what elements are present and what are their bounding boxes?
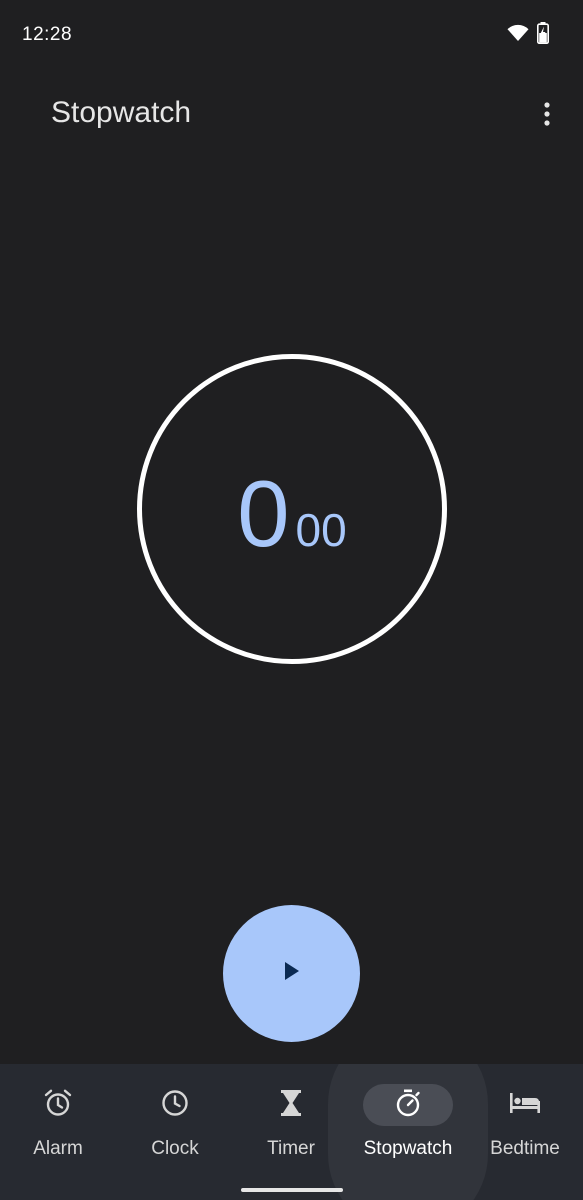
nav-icon-container bbox=[363, 1084, 453, 1126]
bed-icon bbox=[508, 1090, 542, 1121]
nav-item-stopwatch[interactable]: Stopwatch bbox=[350, 1064, 466, 1200]
nav-icon-container bbox=[130, 1084, 220, 1126]
stopwatch-dial: 0 00 bbox=[137, 354, 447, 664]
battery-charging-icon bbox=[537, 22, 549, 44]
bottom-nav: Alarm Clock Timer Stopwatch Bedtime bbox=[0, 1064, 583, 1200]
stopwatch-seconds: 0 bbox=[237, 461, 290, 566]
nav-label: Timer bbox=[267, 1138, 315, 1159]
nav-label: Bedtime bbox=[490, 1138, 560, 1159]
status-time: 12:28 bbox=[22, 24, 73, 45]
home-indicator[interactable] bbox=[241, 1188, 343, 1192]
nav-icon-container bbox=[480, 1084, 570, 1126]
nav-label: Clock bbox=[151, 1138, 199, 1159]
stopwatch-icon bbox=[393, 1088, 423, 1123]
nav-item-clock[interactable]: Clock bbox=[117, 1064, 233, 1200]
nav-icon-container bbox=[13, 1084, 103, 1126]
overflow-menu-button[interactable] bbox=[527, 92, 567, 140]
nav-item-bedtime[interactable]: Bedtime bbox=[467, 1064, 583, 1200]
nav-label: Stopwatch bbox=[363, 1138, 453, 1159]
clock-icon bbox=[160, 1088, 190, 1123]
status-bar: 12:28 bbox=[0, 0, 583, 70]
stopwatch-readout: 0 00 bbox=[142, 359, 442, 659]
stopwatch-screen: 12:28 Stopwatch 0 00 Alarm Clock Timer S… bbox=[0, 0, 583, 1200]
status-icons bbox=[507, 22, 549, 44]
wifi-icon bbox=[507, 24, 529, 42]
hourglass-icon bbox=[278, 1088, 304, 1123]
nav-icon-container bbox=[246, 1084, 336, 1126]
start-button[interactable] bbox=[223, 905, 360, 1042]
nav-item-timer[interactable]: Timer bbox=[233, 1064, 349, 1200]
nav-item-alarm[interactable]: Alarm bbox=[0, 1064, 116, 1200]
play-icon bbox=[282, 960, 302, 987]
more-vert-icon bbox=[543, 101, 551, 132]
nav-label: Alarm bbox=[33, 1138, 83, 1159]
stopwatch-hundredths: 00 bbox=[295, 504, 347, 556]
alarm-icon bbox=[43, 1088, 73, 1123]
page-title: Stopwatch bbox=[51, 96, 192, 129]
